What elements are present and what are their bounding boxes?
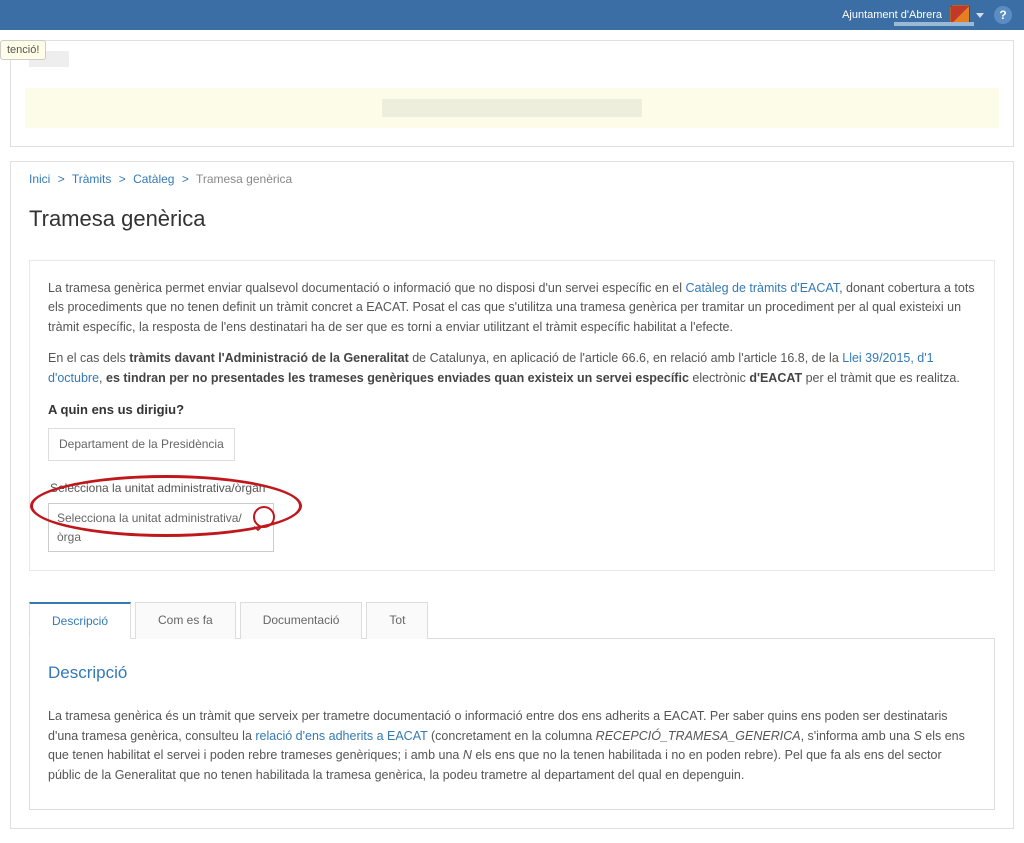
top-bar: Ajuntament d'Abrera ?: [0, 0, 1024, 30]
tabs: Descripció Com es fa Documentació Tot: [29, 601, 995, 639]
breadcrumb-sep: >: [182, 172, 189, 186]
intro-p2-s1: tràmits davant l'Administració de la Gen…: [129, 351, 408, 365]
breadcrumb-sep: >: [119, 172, 126, 186]
recipient-question: A quin ens us dirigiu?: [48, 400, 976, 420]
desc-n: N: [463, 748, 472, 762]
descripcio-body: La tramesa genèrica és un tràmit que ser…: [48, 707, 976, 785]
attention-tooltip: tenció!: [0, 40, 46, 60]
section-heading-descripcio: Descripció: [48, 663, 976, 683]
tab-tot[interactable]: Tot: [366, 602, 428, 639]
desc-c: , s'informa amb una: [801, 729, 914, 743]
breadcrumb-panel: [10, 40, 1014, 147]
breadcrumb-cataleg[interactable]: Catàleg: [133, 172, 174, 186]
unit-select[interactable]: Selecciona la unitat administrativa/òrga: [48, 503, 274, 552]
breadcrumb-current: Tramesa genèrica: [196, 172, 292, 186]
desc-s: S: [913, 729, 921, 743]
tab-content-descripcio: Descripció La tramesa genèrica és un trà…: [29, 639, 995, 810]
desc-column-name: RECEPCIÓ_TRAMESA_GENERICA: [596, 729, 801, 743]
tab-descripcio[interactable]: Descripció: [29, 602, 131, 639]
main-panel: Inici > Tràmits > Catàleg > Tramesa genè…: [10, 161, 1014, 829]
intro-p2-e: per el tràmit que es realitza.: [802, 371, 960, 385]
breadcrumb: Inici > Tràmits > Catàleg > Tramesa genè…: [11, 162, 1013, 186]
intro-block: La tramesa genèrica permet enviar qualse…: [29, 260, 995, 571]
breadcrumb-sep: >: [58, 172, 65, 186]
intro-p2-c: ,: [99, 371, 106, 385]
unit-select-label: Selecciona la unitat administrativa/òrga…: [50, 479, 976, 498]
intro-p2: En el cas dels tràmits davant l'Administ…: [48, 349, 976, 388]
chevron-down-icon: [251, 520, 265, 535]
intro-p1-text-a: La tramesa genèrica permet enviar qualse…: [48, 281, 685, 295]
breadcrumb-tramits[interactable]: Tràmits: [72, 172, 112, 186]
intro-p2-d: electrònic: [689, 371, 749, 385]
search-bar-placeholder: [894, 22, 974, 26]
tab-documentacio[interactable]: Documentació: [240, 602, 363, 639]
intro-p2-a: En el cas dels: [48, 351, 129, 365]
tab-com-es-fa[interactable]: Com es fa: [135, 602, 236, 639]
breadcrumb-inici[interactable]: Inici: [29, 172, 50, 186]
intro-p2-s3: d'EACAT: [749, 371, 802, 385]
page-title: Tramesa genèrica: [11, 186, 1013, 242]
intro-p2-b: de Catalunya, en aplicació de l'article …: [409, 351, 843, 365]
intro-p1: La tramesa genèrica permet enviar qualse…: [48, 279, 976, 337]
desc-b: (concretament en la columna: [428, 729, 596, 743]
recipient-field[interactable]: Departament de la Presidència: [48, 428, 235, 461]
attention-tooltip-text: tenció!: [7, 44, 39, 56]
help-icon[interactable]: ?: [994, 6, 1012, 24]
link-relacio-ens[interactable]: relació d'ens adherits a EACAT: [255, 729, 427, 743]
link-cataleg-tramits[interactable]: Catàleg de tràmits d'EACAT: [685, 281, 839, 295]
notice-bar: [25, 88, 999, 128]
intro-p2-s2: es tindran per no presentades les trames…: [106, 371, 689, 385]
notice-placeholder: [382, 99, 642, 117]
unit-select-placeholder: Selecciona la unitat administrativa/òrga: [57, 509, 251, 546]
